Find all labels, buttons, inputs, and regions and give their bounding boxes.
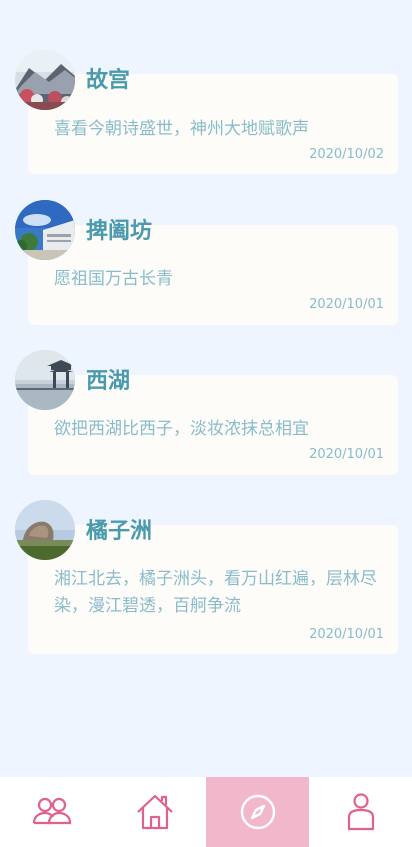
tab-profile[interactable] [309, 777, 412, 847]
post-title: 橘子洲 [86, 519, 153, 544]
bottom-tab-bar [0, 777, 412, 847]
post-text: 湘江北去，橘子洲头，看万山红遍，层林尽染，漫江碧透，百舸争流 [54, 569, 377, 616]
people-icon [32, 797, 71, 825]
post-avatar [15, 50, 75, 110]
app-screen: 故宫 喜看今朝诗盛世，神州大地赋歌声 2020/10/02 捭阖坊 愿祖国万古长… [0, 0, 412, 847]
post-date: 2020/10/01 [309, 627, 384, 642]
post-date: 2020/10/01 [309, 297, 384, 312]
post-avatar [15, 200, 75, 260]
post-text: 喜看今朝诗盛世，神州大地赋歌声 [54, 119, 309, 139]
user-icon [347, 793, 374, 831]
compass-icon [240, 794, 275, 830]
post-title: 捭阖坊 [86, 219, 153, 244]
tab-people[interactable] [0, 777, 103, 847]
post-text: 欲把西湖比西子，淡妆浓抹总相宜 [54, 419, 309, 439]
post-title: 西湖 [86, 369, 131, 394]
tab-home[interactable] [103, 777, 206, 847]
post-date: 2020/10/01 [309, 447, 384, 462]
post-text: 愿祖国万古长青 [54, 269, 173, 289]
post-avatar [15, 500, 75, 560]
orange-isle-statue-photo-icon [15, 500, 75, 560]
archway-photo-icon [15, 200, 75, 260]
west-lake-pavilion-photo-icon [15, 350, 75, 410]
post-date: 2020/10/02 [309, 147, 384, 162]
tab-discover[interactable] [206, 777, 309, 847]
home-icon [136, 794, 173, 830]
forbidden-city-photo-icon [15, 50, 75, 110]
post-avatar [15, 350, 75, 410]
post-title: 故宫 [86, 68, 131, 93]
